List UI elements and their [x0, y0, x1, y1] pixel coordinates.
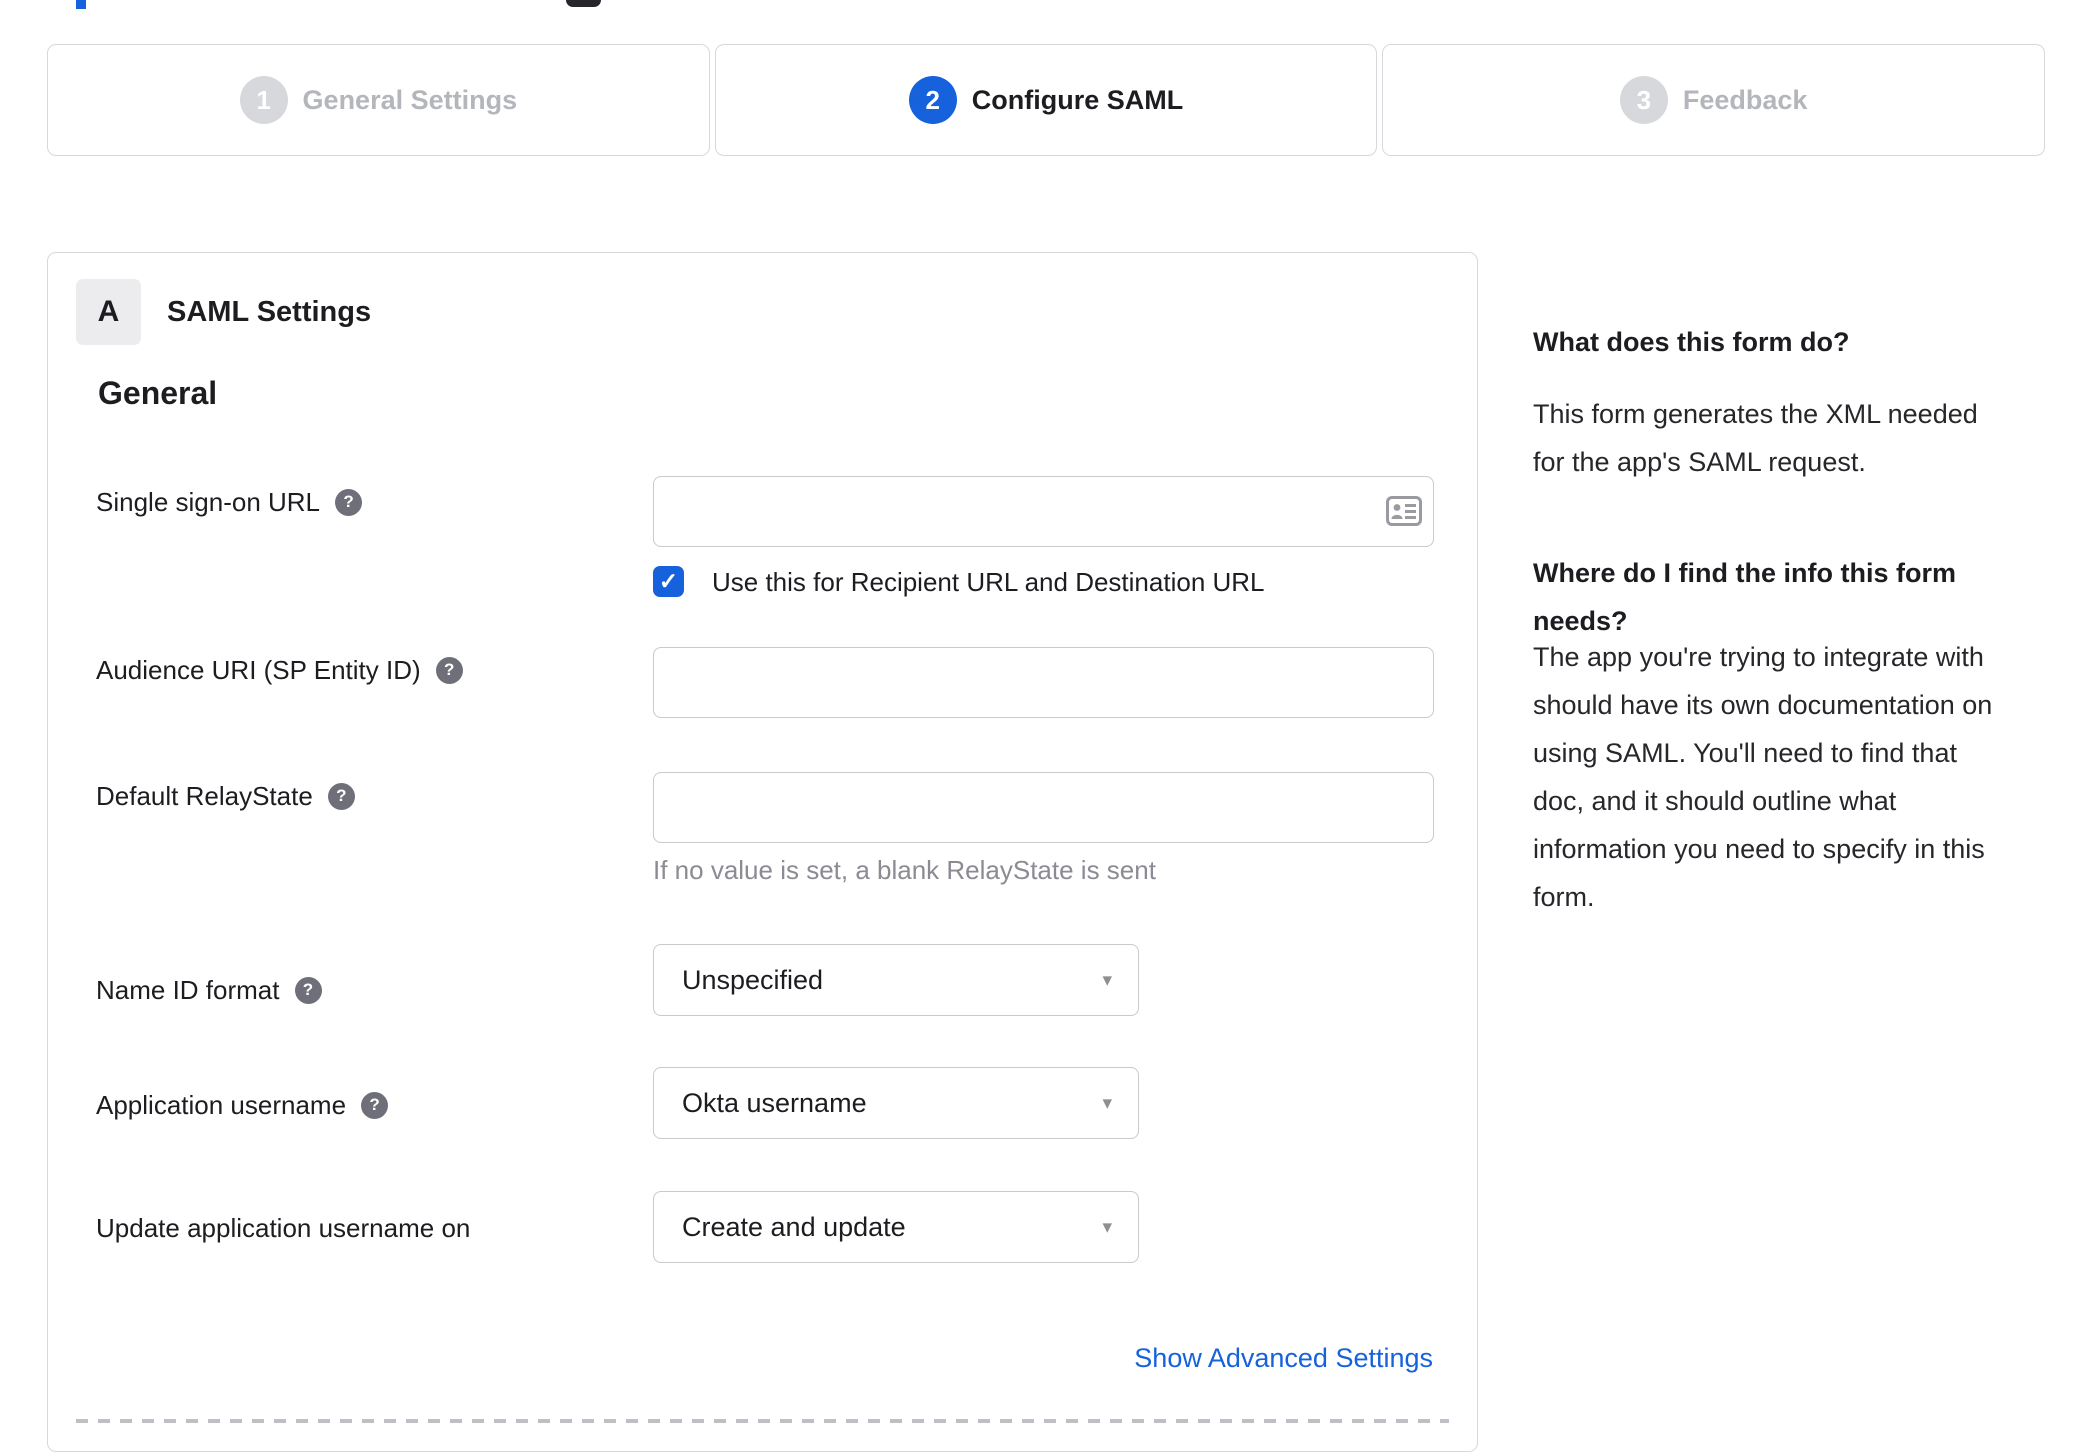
sidebar-question-where: Where do I find the info this form needs…	[1533, 549, 2053, 645]
chevron-down-icon: ▾	[1102, 1092, 1112, 1114]
panel-title: SAML Settings	[167, 295, 372, 328]
sidebar-text-line: for the app's SAML request.	[1533, 447, 1866, 477]
sso-url-label-row: Single sign-on URL ?	[96, 486, 363, 518]
update-username-value: Create and update	[682, 1211, 906, 1242]
sso-url-label: Single sign-on URL	[96, 487, 321, 517]
sidebar-text-line: form.	[1533, 882, 1595, 912]
audience-uri-label-row: Audience URI (SP Entity ID) ?	[96, 654, 463, 686]
cutoff-blue-fragment	[76, 0, 86, 9]
wizard-stepper: 1 General Settings 2 Configure SAML 3 Fe…	[47, 44, 2046, 156]
application-username-value: Okta username	[682, 1087, 867, 1118]
recipient-url-checkbox[interactable]: ✓	[653, 566, 684, 597]
name-id-format-label-row: Name ID format ?	[96, 974, 322, 1006]
sidebar-answer-what: This form generates the XML needed for t…	[1533, 390, 2073, 486]
application-username-dropdown[interactable]: Okta username ▾	[653, 1067, 1139, 1139]
chevron-down-icon: ▾	[1102, 969, 1112, 991]
sidebar-text-line: doc, and it should outline what	[1533, 786, 1897, 816]
name-id-format-label: Name ID format	[96, 975, 280, 1005]
show-advanced-settings-link[interactable]: Show Advanced Settings	[1134, 1343, 1433, 1374]
relay-state-help-icon[interactable]: ?	[327, 782, 355, 810]
step-number-badge: 3	[1619, 76, 1668, 124]
step-label: Feedback	[1682, 84, 1808, 115]
audience-uri-input[interactable]	[653, 647, 1434, 718]
sidebar-text-line: The app you're trying to integrate with	[1533, 642, 1984, 672]
update-username-dropdown[interactable]: Create and update ▾	[653, 1191, 1139, 1263]
checkmark-icon: ✓	[658, 568, 679, 594]
relay-state-label-row: Default RelayState ?	[96, 780, 355, 812]
sidebar-text-line: Where do I find the info this form	[1533, 558, 1956, 588]
relay-state-label: Default RelayState	[96, 781, 313, 811]
sidebar-text-line: This form generates the XML needed	[1533, 399, 1978, 429]
step-number-badge: 1	[239, 76, 288, 124]
general-heading: General	[98, 375, 218, 411]
step-configure-saml[interactable]: 2 Configure SAML	[714, 44, 1378, 156]
panel-header: A SAML Settings	[76, 279, 371, 345]
name-id-format-help-icon[interactable]: ?	[294, 976, 322, 1004]
relay-state-hint: If no value is set, a blank RelayState i…	[653, 855, 1156, 885]
audience-uri-label: Audience URI (SP Entity ID)	[96, 655, 421, 685]
sidebar-text-line: information you need to specify in this	[1533, 834, 1985, 864]
application-username-label-row: Application username ?	[96, 1089, 389, 1121]
name-id-format-dropdown[interactable]: Unspecified ▾	[653, 944, 1139, 1016]
step-label: General Settings	[302, 84, 518, 115]
application-username-label: Application username	[96, 1090, 347, 1120]
sidebar-answer-where: The app you're trying to integrate with …	[1533, 633, 2073, 921]
section-a-badge: A	[76, 279, 141, 345]
sidebar-text-line: using SAML. You'll need to find that	[1533, 738, 1957, 768]
recipient-url-checkbox-label[interactable]: Use this for Recipient URL and Destinati…	[712, 567, 1265, 598]
sso-url-input[interactable]	[653, 476, 1434, 547]
application-username-help-icon[interactable]: ?	[361, 1091, 389, 1119]
section-dashed-divider	[76, 1419, 1449, 1423]
sso-url-help-icon[interactable]: ?	[335, 488, 363, 516]
name-id-format-value: Unspecified	[682, 964, 824, 995]
relay-state-input[interactable]	[653, 772, 1434, 843]
sidebar-question-what: What does this form do?	[1533, 327, 1850, 357]
update-username-label: Update application username on	[96, 1213, 471, 1243]
update-username-label-row: Update application username on	[96, 1212, 470, 1244]
cutoff-dark-badge-fragment	[566, 0, 601, 7]
audience-uri-help-icon[interactable]: ?	[435, 656, 463, 684]
saml-settings-panel: A SAML Settings General Single sign-on U…	[47, 252, 1478, 1452]
sidebar-text-line: should have its own documentation on	[1533, 690, 1993, 720]
step-number-badge: 2	[908, 76, 957, 124]
chevron-down-icon: ▾	[1102, 1216, 1112, 1238]
step-label: Configure SAML	[971, 84, 1184, 115]
step-general-settings[interactable]: 1 General Settings	[47, 44, 710, 156]
step-feedback[interactable]: 3 Feedback	[1382, 44, 2046, 156]
